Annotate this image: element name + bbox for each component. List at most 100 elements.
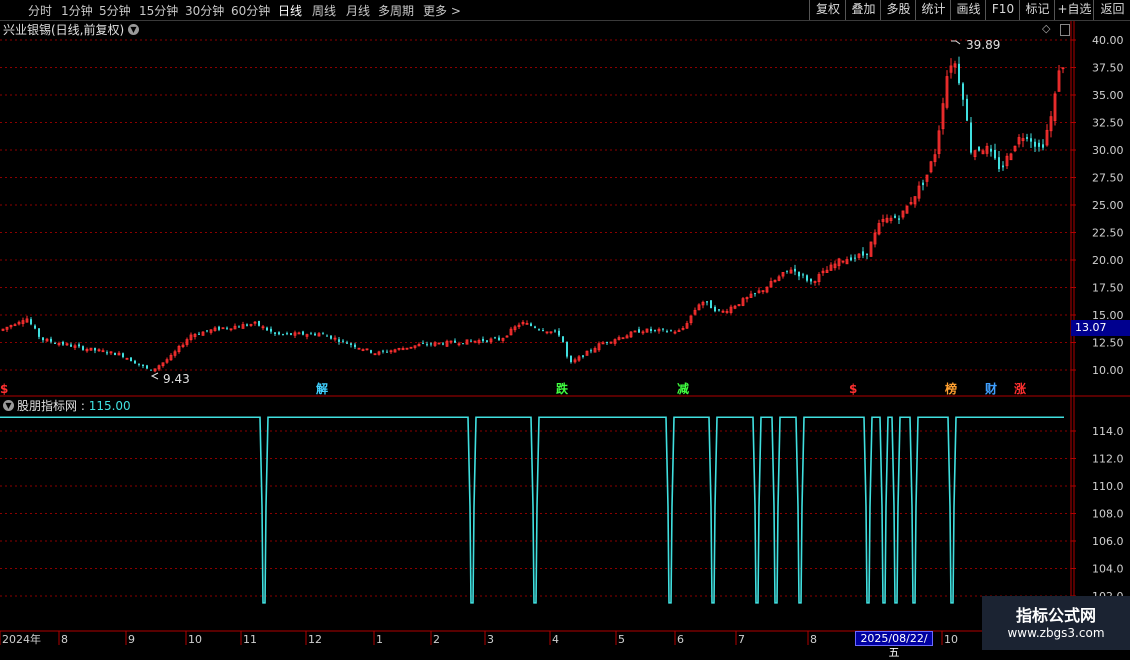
candle-body <box>802 274 804 276</box>
candle-body <box>246 324 248 326</box>
indicator-axis-label: 108.0 <box>1092 508 1124 521</box>
event-marker: $ <box>0 382 8 396</box>
time-axis-label: 5 <box>618 633 625 646</box>
price-axis-label: 25.00 <box>1092 199 1124 212</box>
event-marker: 财 <box>984 381 997 396</box>
candle-body <box>310 333 312 335</box>
chart-panel-toggle-icon[interactable] <box>1060 24 1070 36</box>
candle-body <box>530 323 532 326</box>
candle-body <box>150 369 152 371</box>
candle-body <box>714 306 716 312</box>
candle-body <box>54 342 56 344</box>
time-axis-label: 12 <box>308 633 322 646</box>
candle-body <box>138 363 140 365</box>
time-axis-label: 11 <box>243 633 257 646</box>
candle-body <box>282 334 284 336</box>
candle-body <box>114 352 116 356</box>
price-axis-label: 35.00 <box>1092 89 1124 102</box>
candle-body <box>426 344 428 346</box>
candle-body <box>558 330 560 336</box>
candle-body <box>554 330 556 332</box>
time-axis-label: 6 <box>677 633 684 646</box>
watermark-url: www.zbgs3.com <box>1007 626 1105 640</box>
time-axis-label: 2024年 <box>2 632 41 646</box>
candle-body <box>274 332 276 334</box>
stock-title: 兴业银锡(日线,前复权) <box>3 21 124 38</box>
candle-body <box>258 321 260 326</box>
candle-body <box>122 353 124 358</box>
candle-body <box>854 257 856 259</box>
candle-body <box>958 63 960 84</box>
candle-body <box>1030 138 1032 142</box>
candle-body <box>538 329 540 331</box>
selected-date-label: 2025/08/22/五 <box>855 631 933 659</box>
candle-body <box>350 343 352 345</box>
candle-body <box>218 326 220 330</box>
candle-body <box>962 83 964 100</box>
price-axis-label: 17.50 <box>1092 282 1124 295</box>
candle-body <box>130 357 132 362</box>
candle-body <box>498 337 500 341</box>
time-axis-label: 1 <box>376 633 383 646</box>
event-marker: 榜 <box>945 381 957 396</box>
candle-body <box>990 148 992 152</box>
indicator-axis-label: 104.0 <box>1092 563 1124 576</box>
candle-body <box>94 347 96 351</box>
event-marker: 减 <box>677 381 689 396</box>
candle-body <box>670 330 672 332</box>
candle-body <box>754 293 756 295</box>
candle-body <box>462 343 464 345</box>
candle-body <box>710 300 712 309</box>
price-axis-label: 40.00 <box>1092 34 1124 47</box>
candle-body <box>330 335 332 339</box>
time-axis-label: 8 <box>810 633 817 646</box>
candle-body <box>338 339 340 342</box>
candle-body <box>198 333 200 335</box>
candle-body <box>470 340 472 342</box>
indicator-menu-icon[interactable]: ▼ <box>3 400 14 411</box>
candle-body <box>314 333 316 336</box>
candle-body <box>34 325 36 329</box>
stock-name: 兴业银锡(日线,前复权) <box>3 23 125 37</box>
indicator-name: 股朋指标网 <box>17 399 78 413</box>
candle-body <box>1042 144 1044 148</box>
candle-body <box>206 330 208 332</box>
candle-body <box>806 275 808 281</box>
candle-body <box>850 257 852 261</box>
candle-body <box>650 328 652 331</box>
candle-body <box>570 355 572 363</box>
time-axis-label: 9 <box>128 633 135 646</box>
candle-body <box>706 301 708 303</box>
candle-body <box>382 350 384 352</box>
price-axis-label: 30.00 <box>1092 144 1124 157</box>
candle-body <box>862 251 864 256</box>
low-price-label: 9.43 <box>163 372 190 386</box>
candle-body <box>238 326 240 328</box>
candle-body <box>422 342 424 344</box>
time-axis-label: 10 <box>188 633 202 646</box>
price-axis-label: 37.50 <box>1092 62 1124 75</box>
diamond-icon[interactable]: ◇ <box>1042 22 1050 35</box>
time-axis-label: 3 <box>487 633 494 646</box>
candle-body <box>442 343 444 345</box>
price-axis-label: 10.00 <box>1092 364 1124 377</box>
candle-body <box>482 338 484 342</box>
candle-body <box>894 215 896 218</box>
high-marker-arrow <box>951 40 961 45</box>
chevron-down-icon[interactable]: ▼ <box>128 24 139 35</box>
time-axis-label: 8 <box>61 633 68 646</box>
candle-body <box>494 337 496 339</box>
candle-body <box>1038 142 1040 147</box>
candle-body <box>922 182 924 186</box>
candle-body <box>998 157 1000 170</box>
candle-body <box>82 346 84 350</box>
time-axis-label: 4 <box>552 633 559 646</box>
candle-body <box>1002 165 1004 168</box>
time-axis-label: 7 <box>738 633 745 646</box>
candle-body <box>866 253 868 255</box>
candle-body <box>78 344 80 347</box>
kline-chart-canvas[interactable]: 40.00 37.50 35.00 32.50 30.00 27.50 25.00 22.50… <box>0 0 1130 650</box>
candle-body <box>1026 137 1028 139</box>
high-price-label: 39.89 <box>966 38 1000 52</box>
candle-body <box>50 338 52 342</box>
